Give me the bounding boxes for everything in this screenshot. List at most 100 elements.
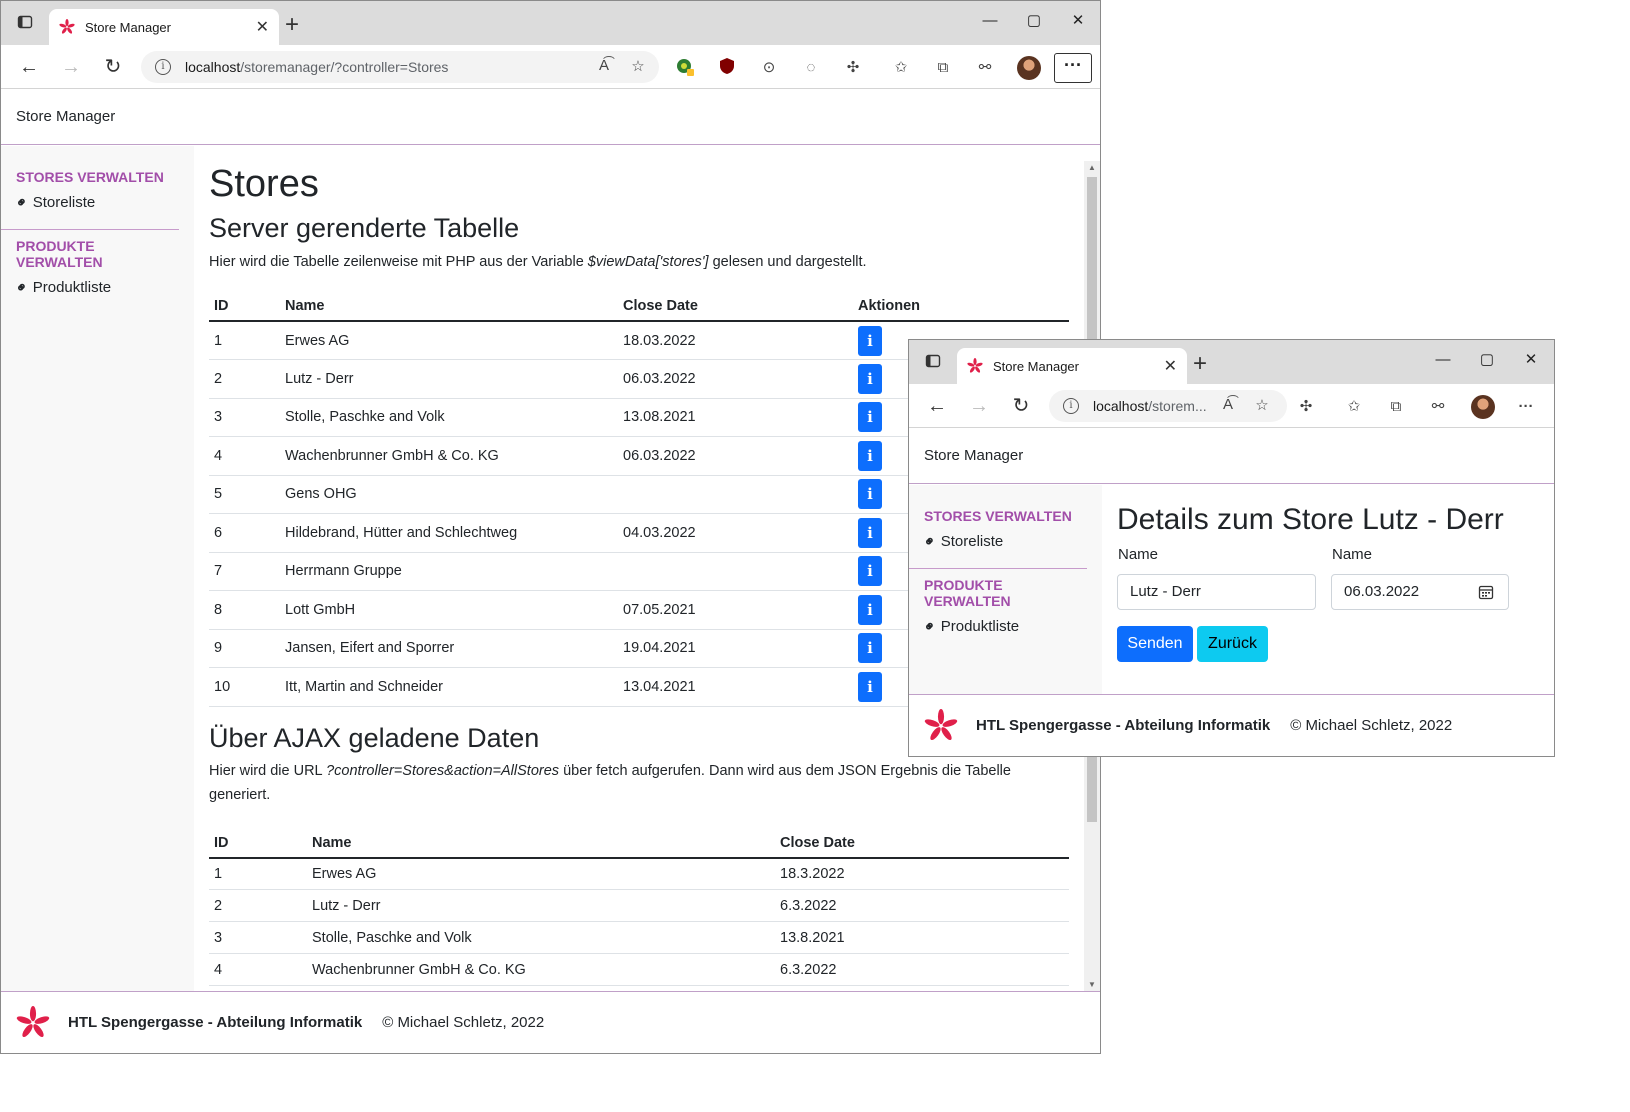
maximize-icon[interactable]: ▢ bbox=[1022, 11, 1046, 29]
minimize-icon[interactable]: — bbox=[978, 12, 1002, 29]
sidebar-item-storeliste[interactable]: ⚭ Storeliste bbox=[12, 192, 179, 212]
tab-close-icon[interactable]: ✕ bbox=[256, 17, 269, 37]
url-host: localhost bbox=[1093, 398, 1149, 414]
cell-id: 3 bbox=[209, 921, 307, 954]
navbar-brand[interactable]: Store Manager bbox=[924, 447, 1023, 464]
cell-date: 19.04.2021 bbox=[618, 629, 853, 668]
forward-icon[interactable]: → bbox=[967, 394, 991, 418]
favorites-icon[interactable]: ✩ bbox=[890, 57, 912, 79]
cell-name: Jansen, Eifert and Sporrer bbox=[280, 629, 618, 668]
cell-date bbox=[618, 475, 853, 514]
site-info-icon[interactable]: i bbox=[1063, 398, 1079, 414]
cell-id: 10 bbox=[209, 667, 280, 707]
cell-name: Lott GmbH bbox=[280, 590, 618, 630]
share-icon[interactable]: ⚯ bbox=[974, 57, 996, 79]
info-button[interactable]: i bbox=[858, 363, 882, 394]
extension-mouse-icon[interactable]: ◌ bbox=[800, 57, 822, 79]
favorite-add-icon[interactable]: ☆ bbox=[627, 57, 649, 75]
cell-date: 06.03.2022 bbox=[618, 359, 853, 399]
sidebar-item-label: Produktliste bbox=[940, 618, 1020, 635]
sidebar-heading-stores: Stores verwalten bbox=[924, 508, 1072, 524]
navbar-brand[interactable]: Store Manager bbox=[16, 108, 115, 125]
link-icon: ⚭ bbox=[11, 192, 32, 212]
site-info-icon[interactable]: i bbox=[155, 59, 171, 75]
info-button[interactable]: i bbox=[858, 556, 882, 587]
title-bar: Store Manager ✕ + — ▢ ✕ bbox=[1, 1, 1100, 45]
url-host: localhost bbox=[185, 59, 241, 75]
profile-avatar[interactable] bbox=[1471, 395, 1495, 419]
browser-tab[interactable]: Store Manager ✕ bbox=[49, 9, 279, 45]
address-bar[interactable]: i localhost/storemanager/?controller=Sto… bbox=[141, 51, 659, 83]
date-input[interactable]: 06.03.2022 bbox=[1331, 574, 1509, 610]
table-header: Name bbox=[280, 292, 618, 322]
sidebar-item-storeliste[interactable]: ⚭ Storeliste bbox=[920, 531, 1087, 551]
back-button[interactable]: Zurück bbox=[1197, 626, 1268, 662]
refresh-icon[interactable]: ↻ bbox=[1009, 394, 1033, 418]
extensions-icon[interactable]: ✣ bbox=[1295, 396, 1317, 418]
more-options-icon[interactable]: ··· bbox=[1515, 396, 1537, 418]
info-icon: i bbox=[867, 523, 873, 542]
tab-close-icon[interactable]: ✕ bbox=[1164, 356, 1177, 376]
collections-icon[interactable]: ⧉ bbox=[932, 57, 954, 79]
close-window-icon[interactable]: ✕ bbox=[1519, 350, 1543, 368]
new-tab-icon[interactable]: + bbox=[285, 13, 299, 37]
submit-button[interactable]: Senden bbox=[1117, 626, 1193, 662]
back-icon[interactable]: ← bbox=[17, 55, 41, 79]
calendar-icon[interactable] bbox=[1478, 584, 1494, 600]
extension-globe-icon[interactable] bbox=[674, 57, 696, 79]
read-aloud-icon[interactable]: A͡ bbox=[593, 57, 615, 74]
close-window-icon[interactable]: ✕ bbox=[1066, 11, 1090, 29]
scroll-up-icon[interactable]: ▲ bbox=[1084, 163, 1100, 172]
profile-avatar[interactable] bbox=[1017, 56, 1041, 80]
info-button[interactable]: i bbox=[858, 633, 882, 664]
cell-id: 1 bbox=[209, 321, 280, 360]
share-icon[interactable]: ⚯ bbox=[1427, 396, 1449, 418]
cell-date: 06.03.2022 bbox=[618, 436, 853, 476]
sidebar: Stores verwalten ⚭ Storeliste Produkte ve… bbox=[909, 485, 1102, 694]
name-input[interactable]: Lutz - Derr bbox=[1117, 574, 1316, 610]
section-description-server: Hier wird die Tabelle zeilenweise mit PH… bbox=[209, 254, 867, 270]
ublock-icon[interactable] bbox=[716, 57, 738, 79]
extension-icon[interactable]: ⊙ bbox=[758, 57, 780, 79]
favorite-add-icon[interactable]: ☆ bbox=[1251, 396, 1273, 414]
navbar: Store Manager bbox=[909, 427, 1554, 484]
forward-icon[interactable]: → bbox=[59, 55, 83, 79]
cell-id: 2 bbox=[209, 359, 280, 399]
extensions-icon[interactable]: ✣ bbox=[842, 57, 864, 79]
sidebar-heading-produkte: Produkte verwalten bbox=[924, 577, 1011, 609]
cell-date: 13.08.2021 bbox=[618, 398, 853, 437]
info-button[interactable]: i bbox=[858, 594, 882, 625]
cell-name: Wachenbrunner GmbH & Co. KG bbox=[280, 436, 618, 476]
info-button[interactable]: i bbox=[858, 479, 882, 510]
collections-icon[interactable]: ⧉ bbox=[1385, 396, 1407, 418]
sidebar-item-label: Produktliste bbox=[32, 279, 112, 296]
cell-date: 07.05.2021 bbox=[618, 590, 853, 630]
favorites-icon[interactable]: ✩ bbox=[1343, 396, 1365, 418]
more-options-button[interactable]: ··· bbox=[1054, 53, 1092, 83]
info-icon: i bbox=[867, 331, 873, 350]
title-bar: Store Manager ✕ + — ▢ ✕ bbox=[909, 340, 1554, 384]
tab-actions-icon[interactable] bbox=[923, 353, 943, 375]
scroll-down-icon[interactable]: ▼ bbox=[1084, 980, 1100, 989]
new-tab-icon[interactable]: + bbox=[1193, 352, 1207, 376]
store-favicon-icon bbox=[967, 358, 983, 373]
minimize-icon[interactable]: — bbox=[1431, 351, 1455, 368]
tab-actions-icon[interactable] bbox=[15, 14, 35, 36]
info-button[interactable]: i bbox=[858, 402, 882, 433]
read-aloud-icon[interactable]: A͡ bbox=[1217, 396, 1239, 413]
info-button[interactable]: i bbox=[858, 517, 882, 548]
date-value: 06.03.2022 bbox=[1344, 583, 1420, 600]
refresh-icon[interactable]: ↻ bbox=[101, 55, 125, 79]
browser-tab[interactable]: Store Manager ✕ bbox=[957, 348, 1187, 384]
footer-copyright: © Michael Schletz, 2022 bbox=[382, 1014, 545, 1031]
tab-title: Store Manager bbox=[993, 358, 1079, 374]
tab-title: Store Manager bbox=[85, 19, 171, 35]
info-button[interactable]: i bbox=[858, 440, 882, 471]
sidebar-item-produktliste[interactable]: ⚭ Produktliste bbox=[12, 277, 179, 297]
info-button[interactable]: i bbox=[858, 325, 882, 356]
back-icon[interactable]: ← bbox=[925, 394, 949, 418]
maximize-icon[interactable]: ▢ bbox=[1475, 350, 1499, 368]
htl-logo-icon bbox=[924, 708, 958, 740]
info-button[interactable]: i bbox=[858, 671, 882, 702]
sidebar-item-produktliste[interactable]: ⚭ Produktliste bbox=[920, 616, 1087, 636]
